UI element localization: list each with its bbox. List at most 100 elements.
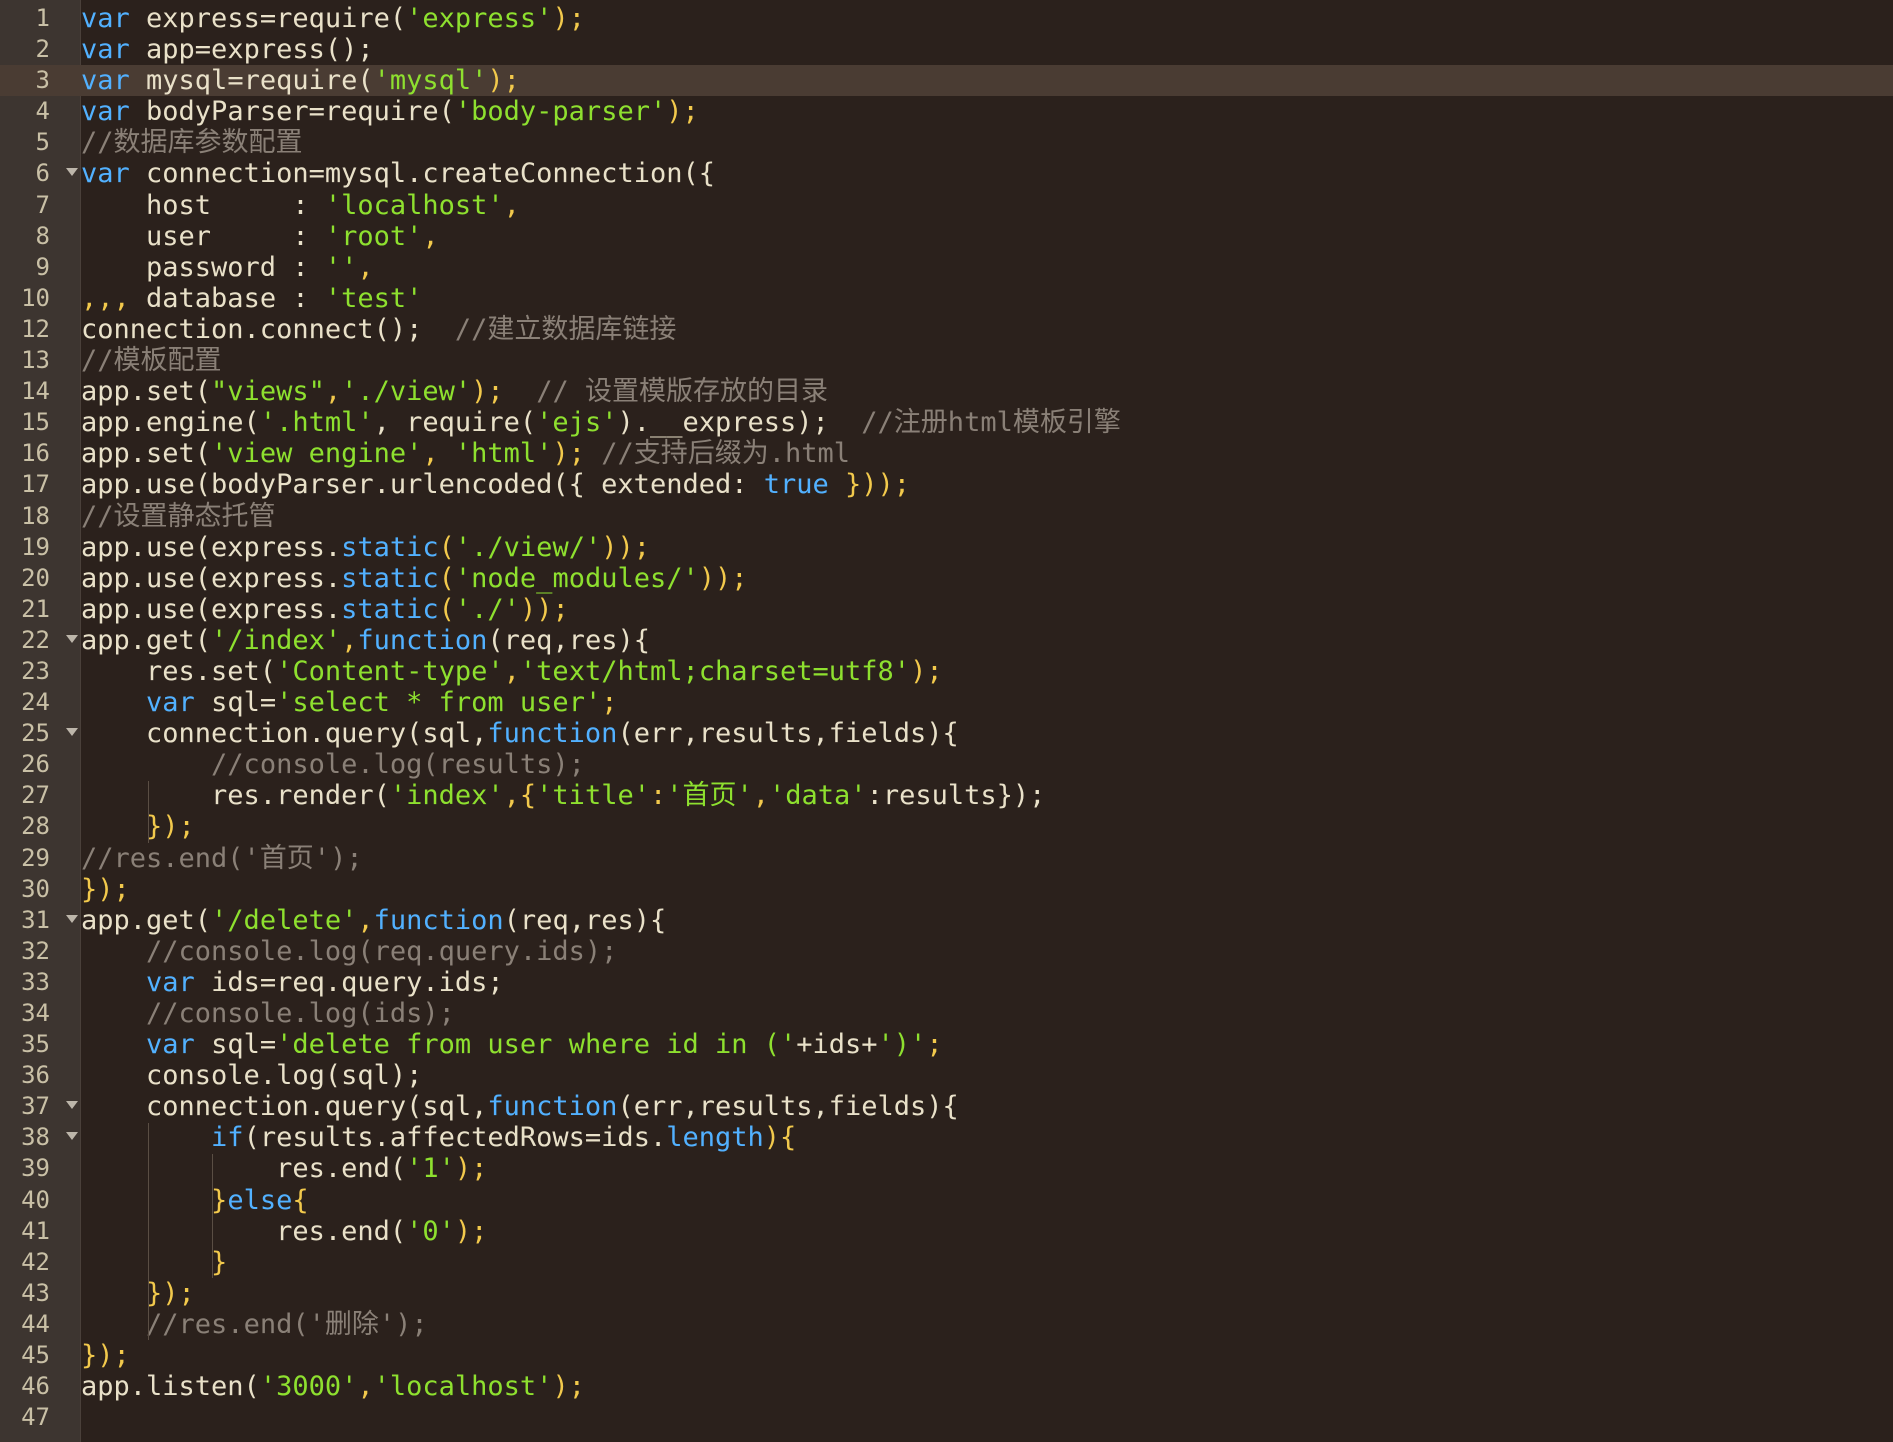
line-text: //console.log(req.query.ids);	[81, 936, 617, 967]
code-token: :	[649, 780, 667, 812]
code-line[interactable]: 23 res.set('Content-type','text/html;cha…	[0, 656, 1893, 687]
code-token: ,{	[503, 780, 537, 812]
code-line[interactable]: 31 app.get('/delete',function(req,res){	[0, 905, 1893, 936]
code-line[interactable]: 9 password : '',	[0, 252, 1893, 283]
code-area[interactable]: 1 var express=require('express'); 2 var app…	[0, 3, 1893, 1433]
code-line[interactable]: 46 app.listen('3000','localhost');	[0, 1371, 1893, 1402]
code-token: host :	[81, 189, 325, 221]
code-line[interactable]: 6 var connection=mysql.createConnection({	[0, 158, 1893, 189]
line-number: 39	[21, 1154, 50, 1183]
code-token: //res.end('首页');	[81, 842, 363, 874]
code-token: './'	[454, 593, 520, 625]
line-number: 19	[21, 532, 50, 561]
code-token: app.use(express.	[81, 593, 342, 625]
code-line[interactable]: 45});	[0, 1340, 1893, 1371]
code-line[interactable]: 10,,, database : 'test'	[0, 283, 1893, 314]
code-line[interactable]: 21 app.use(express.static('./'));	[0, 594, 1893, 625]
code-token: app.use(express.	[81, 531, 342, 563]
line-number: 16	[21, 439, 50, 468]
code-token: , require(	[373, 407, 537, 439]
code-line[interactable]: 30});	[0, 874, 1893, 905]
line-number: 41	[21, 1216, 50, 1245]
code-token: ,	[341, 624, 358, 656]
code-line[interactable]: 12 connection.connect(); //建立数据库链接	[0, 314, 1893, 345]
code-line[interactable]: 39 res.end('1');	[0, 1153, 1893, 1184]
code-line[interactable]: 35 var sql='delete from user where id in…	[0, 1029, 1893, 1060]
code-line[interactable]: 5 //数据库参数配置	[0, 127, 1893, 158]
line-text: var ids=req.query.ids;	[81, 967, 504, 998]
fold-toggle-icon[interactable]	[66, 914, 78, 923]
code-token: static	[341, 593, 439, 625]
line-number: 35	[21, 1030, 50, 1059]
code-line[interactable]: 33 var ids=req.query.ids;	[0, 967, 1893, 998]
code-line[interactable]: 18 //设置静态托管	[0, 501, 1893, 532]
fold-toggle-icon[interactable]	[66, 634, 78, 643]
code-line[interactable]: 42 }	[0, 1247, 1893, 1278]
code-line[interactable]: 47	[0, 1402, 1893, 1433]
code-line[interactable]: 3 var mysql=require('mysql');	[0, 65, 1893, 97]
code-token: connection.query(sql,	[81, 718, 488, 750]
code-token: ,,,	[81, 282, 147, 314]
code-line[interactable]: 24 var sql='select * from user';	[0, 687, 1893, 718]
fold-toggle-icon[interactable]	[66, 1101, 78, 1110]
fold-toggle-icon[interactable]	[66, 1132, 78, 1141]
code-token: function	[357, 624, 488, 656]
code-token: ,	[422, 438, 455, 470]
code-line[interactable]: 4 var bodyParser=require('body-parser');	[0, 96, 1893, 127]
code-token: //建立数据库链接	[454, 313, 677, 345]
code-line[interactable]: 1 var express=require('express');	[0, 3, 1893, 34]
line-text: res.end('0');	[81, 1216, 487, 1247]
line-text: var app=express();	[81, 34, 374, 65]
code-token: ,	[324, 376, 342, 408]
line-number: 18	[21, 501, 50, 530]
code-token: 'express'	[406, 3, 553, 34]
line-text: }else{	[81, 1185, 309, 1216]
code-token: if	[211, 1122, 244, 1154]
line-number: 43	[21, 1278, 50, 1307]
code-line[interactable]: 14 app.set("views",'./view'); // 设置模版存放的目…	[0, 376, 1893, 407]
code-token: 'localhost'	[373, 1371, 553, 1403]
line-number: 26	[21, 750, 50, 779]
code-token: }));	[828, 469, 911, 501]
code-line[interactable]: 22 app.get('/index',function(req,res){	[0, 625, 1893, 656]
code-line[interactable]: 19 app.use(express.static('./view/'));	[0, 532, 1893, 563]
code-line[interactable]: 20 app.use(express.static('node_modules/'…	[0, 563, 1893, 594]
line-number: 20	[21, 563, 50, 592]
code-line[interactable]: 17 app.use(bodyParser.urlencoded({ extend…	[0, 469, 1893, 500]
line-number: 10	[21, 283, 50, 312]
code-line[interactable]: 26 //console.log(results);	[0, 749, 1893, 780]
code-line[interactable]: 25 connection.query(sql,function(err,res…	[0, 718, 1893, 749]
code-line[interactable]: 43 });	[0, 1278, 1893, 1309]
code-editor[interactable]: 1 var express=require('express'); 2 var app…	[0, 0, 1893, 1442]
code-line[interactable]: 27 res.render('index',{'title':'首页','dat…	[0, 780, 1893, 811]
code-line[interactable]: 32 //console.log(req.query.ids);	[0, 936, 1893, 967]
code-line[interactable]: 41 res.end('0');	[0, 1216, 1893, 1247]
code-line[interactable]: 40 }else{	[0, 1185, 1893, 1216]
code-token: );	[471, 376, 537, 408]
code-line[interactable]: 13 //模板配置	[0, 345, 1893, 376]
code-line[interactable]: 34 //console.log(ids);	[0, 998, 1893, 1029]
line-text: app.use(express.static('./'));	[81, 594, 569, 625]
line-text: if(results.affectedRows=ids.length){	[81, 1122, 796, 1153]
code-line[interactable]: 37 connection.query(sql,function(err,res…	[0, 1091, 1893, 1122]
code-token: app.use(bodyParser.urlencoded({ extended…	[81, 469, 764, 501]
code-line[interactable]: 2 var app=express();	[0, 34, 1893, 65]
line-number: 29	[21, 843, 50, 872]
code-line[interactable]: 38 if(results.affectedRows=ids.length){	[0, 1122, 1893, 1153]
code-line[interactable]: 36 console.log(sql);	[0, 1060, 1893, 1091]
code-line[interactable]: 29 //res.end('首页');	[0, 843, 1893, 874]
code-line[interactable]: 15 app.engine('.html', require('ejs').__e…	[0, 407, 1893, 438]
code-token: );	[552, 438, 602, 470]
code-line[interactable]: 7 host : 'localhost',	[0, 190, 1893, 221]
code-line[interactable]: 8 user : 'root',	[0, 221, 1893, 252]
fold-toggle-icon[interactable]	[66, 168, 78, 177]
indent-guide	[148, 1122, 149, 1341]
line-number: 8	[35, 221, 50, 250]
code-line[interactable]: 44 //res.end('删除');	[0, 1309, 1893, 1340]
code-token: else	[227, 1184, 293, 1216]
code-line[interactable]: 28 });	[0, 811, 1893, 842]
code-line[interactable]: 16 app.set('view engine', 'html'); //支持后缀…	[0, 438, 1893, 469]
code-token: ,	[752, 780, 770, 812]
code-token: 'ejs'	[536, 407, 618, 439]
fold-toggle-icon[interactable]	[66, 728, 78, 737]
